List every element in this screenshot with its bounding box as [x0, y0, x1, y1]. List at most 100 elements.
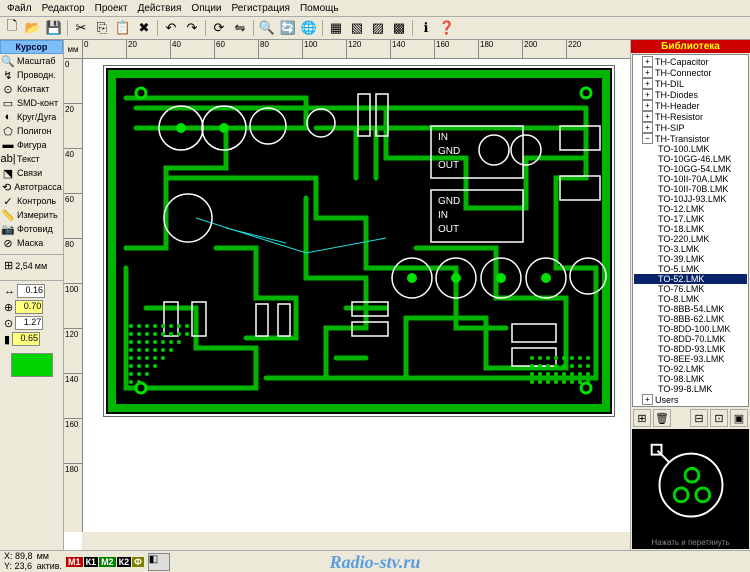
- prop-row-3[interactable]: ▮0.65: [2, 331, 61, 347]
- library-tree[interactable]: +TH-Capacitor+TH-Connector+TH-DIL+TH-Dio…: [632, 54, 749, 407]
- help-button[interactable]: ❓: [437, 18, 457, 38]
- menu-редактор[interactable]: Редактор: [37, 3, 90, 14]
- circle-tool[interactable]: ◐Круг/Дуга: [0, 110, 63, 124]
- scrollbar-h[interactable]: [82, 532, 630, 550]
- layer-Ф[interactable]: Ф: [132, 557, 144, 567]
- delete-button[interactable]: ✖: [134, 18, 154, 38]
- save-file-button[interactable]: 💾: [44, 18, 64, 38]
- tree-item[interactable]: TO-18.LMK: [634, 224, 747, 234]
- tree-item[interactable]: TO-10JJ-93.LMK: [634, 194, 747, 204]
- tree-item[interactable]: TO-76.LMK: [634, 284, 747, 294]
- photoview-tool[interactable]: 📷Фотовид: [0, 222, 63, 236]
- tree-cat-TH-Connector[interactable]: +TH-Connector: [634, 67, 747, 78]
- refresh-button[interactable]: 🔄: [278, 18, 298, 38]
- tree-item[interactable]: TO-10II-70B.LMK: [634, 184, 747, 194]
- info-button[interactable]: ℹ: [416, 18, 436, 38]
- redo-button[interactable]: ↷: [182, 18, 202, 38]
- prop-value-0[interactable]: 0.16: [17, 284, 45, 298]
- mirror-button[interactable]: ⇋: [230, 18, 250, 38]
- tree-item[interactable]: TO-10GG-46.LMK: [634, 154, 747, 164]
- layer-М1[interactable]: М1: [66, 557, 83, 567]
- polygon-tool[interactable]: ⬠Полигон: [0, 124, 63, 138]
- autoroute-tool[interactable]: ⟲Автотрасса: [0, 180, 63, 194]
- measure-tool[interactable]: 📏Измерить: [0, 208, 63, 222]
- tree-toggle-icon[interactable]: +: [642, 122, 653, 133]
- current-color-swatch[interactable]: [11, 353, 53, 377]
- cursor-header[interactable]: Курсор: [0, 40, 63, 54]
- menu-помощь[interactable]: Помощь: [295, 3, 344, 14]
- menu-действия[interactable]: Действия: [133, 3, 187, 14]
- tree-item[interactable]: TO-8BB-54.LMK: [634, 304, 747, 314]
- tree-item[interactable]: TO-5.LMK: [634, 264, 747, 274]
- pcb-board[interactable]: IN GND OUT GND IN OUT: [104, 66, 614, 416]
- tree-cat-TH-Transistor[interactable]: −TH-Transistor: [634, 133, 747, 144]
- tree-toggle-icon[interactable]: +: [642, 100, 653, 111]
- tree-item[interactable]: TO-8.LMK: [634, 294, 747, 304]
- tree-item[interactable]: TO-8DD-93.LMK: [634, 344, 747, 354]
- tree-item[interactable]: TO-3.LMK: [634, 244, 747, 254]
- tree-cat-TH-Header[interactable]: +TH-Header: [634, 100, 747, 111]
- tree-item[interactable]: TO-17.LMK: [634, 214, 747, 224]
- tree-item[interactable]: TO-8DD-70.LMK: [634, 334, 747, 344]
- grid-setting[interactable]: ⊞ 2,54 мм: [2, 257, 61, 274]
- component-preview[interactable]: Нажать и перетянуть: [632, 429, 749, 549]
- cut-button[interactable]: ✂: [71, 18, 91, 38]
- menu-файл[interactable]: Файл: [2, 3, 37, 14]
- zoom-tool[interactable]: 🔍Масштаб: [0, 54, 63, 68]
- pcb-viewport[interactable]: IN GND OUT GND IN OUT: [82, 58, 630, 532]
- lib-prev-button[interactable]: ⊟: [690, 409, 708, 427]
- globe-button[interactable]: 🌐: [299, 18, 319, 38]
- tree-toggle-icon[interactable]: −: [642, 133, 653, 144]
- prop-value-3[interactable]: 0.65: [12, 332, 40, 346]
- text-tool[interactable]: ab|Текст: [0, 152, 63, 166]
- menu-регистрация[interactable]: Регистрация: [227, 3, 295, 14]
- layer-М2[interactable]: М2: [99, 557, 116, 567]
- layers-1-button[interactable]: ▦: [326, 18, 346, 38]
- layer-К1[interactable]: К1: [84, 557, 99, 567]
- lib-next-button[interactable]: ▣: [730, 409, 748, 427]
- tree-item[interactable]: TO-92.LMK: [634, 364, 747, 374]
- tree-cat-TH-Resistor[interactable]: +TH-Resistor: [634, 111, 747, 122]
- undo-button[interactable]: ↶: [161, 18, 181, 38]
- lib-delete-button[interactable]: 🗑: [653, 409, 671, 427]
- connections-tool[interactable]: ⬔Связи: [0, 166, 63, 180]
- prop-value-2[interactable]: 1.27: [15, 316, 43, 330]
- pad-tool[interactable]: ⊙Контакт: [0, 82, 63, 96]
- copy-button[interactable]: ⎘: [92, 18, 112, 38]
- layers-3-button[interactable]: ▨: [368, 18, 388, 38]
- status-toggle[interactable]: ◧: [148, 553, 170, 571]
- prop-row-2[interactable]: ⊙1.27: [2, 315, 61, 331]
- tree-cat-TH-SIP[interactable]: +TH-SIP: [634, 122, 747, 133]
- new-file-button[interactable]: 🗋: [2, 18, 22, 38]
- prop-row-1[interactable]: ⊕0.70: [2, 299, 61, 315]
- rotate-button[interactable]: ⟳: [209, 18, 229, 38]
- tree-cat-TH-Diodes[interactable]: +TH-Diodes: [634, 89, 747, 100]
- drc-tool[interactable]: ✓Контроль: [0, 194, 63, 208]
- tree-item[interactable]: TO-99-8.LMK: [634, 384, 747, 394]
- tree-item[interactable]: TO-10GG-54.LMK: [634, 164, 747, 174]
- status-layers[interactable]: М1К1М2К2Ф: [66, 557, 144, 567]
- tree-toggle-icon[interactable]: +: [642, 78, 653, 89]
- lib-config-button[interactable]: ⊡: [710, 409, 728, 427]
- layers-2-button[interactable]: ▧: [347, 18, 367, 38]
- tree-item[interactable]: TO-12.LMK: [634, 204, 747, 214]
- open-file-button[interactable]: 📂: [23, 18, 43, 38]
- menu-проект[interactable]: Проект: [90, 3, 133, 14]
- tree-item[interactable]: TO-8BB-62.LMK: [634, 314, 747, 324]
- tree-toggle-icon[interactable]: +: [642, 89, 653, 100]
- shape-tool[interactable]: ▬Фигура: [0, 138, 63, 152]
- tree-cat-TH-DIL[interactable]: +TH-DIL: [634, 78, 747, 89]
- zoom-button[interactable]: 🔍: [257, 18, 277, 38]
- tree-toggle-icon[interactable]: +: [642, 67, 653, 78]
- tree-toggle-icon[interactable]: +: [642, 111, 653, 122]
- tree-item[interactable]: TO-52.LMK: [634, 274, 747, 284]
- tree-item[interactable]: TO-8DD-100.LMK: [634, 324, 747, 334]
- tree-item[interactable]: TO-98.LMK: [634, 374, 747, 384]
- paste-button[interactable]: 📋: [113, 18, 133, 38]
- menu-опции[interactable]: Опции: [186, 3, 226, 14]
- tree-item[interactable]: TO-220.LMK: [634, 234, 747, 244]
- tree-cat-TH-Capacitor[interactable]: +TH-Capacitor: [634, 56, 747, 67]
- prop-row-0[interactable]: ↔0.16: [2, 283, 61, 299]
- prop-value-1[interactable]: 0.70: [15, 300, 43, 314]
- tree-item[interactable]: TO-100.LMK: [634, 144, 747, 154]
